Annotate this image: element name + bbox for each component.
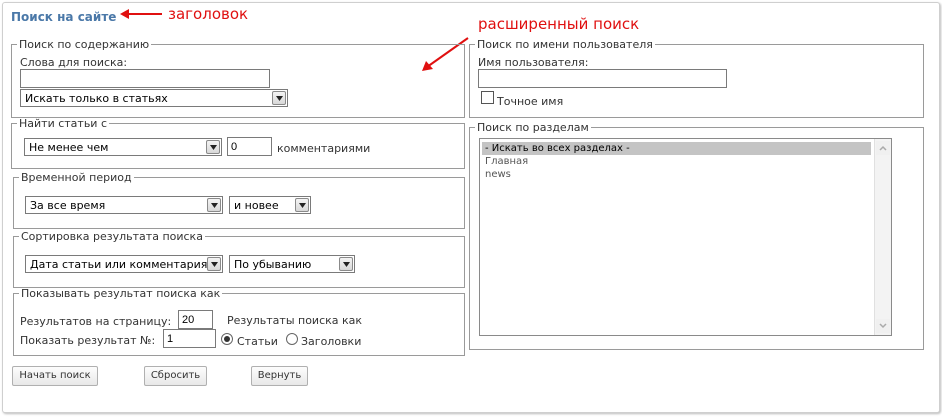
chevron-down-icon[interactable] xyxy=(206,140,220,154)
section-option-main[interactable]: Главная xyxy=(482,155,528,168)
chevron-down-icon[interactable] xyxy=(295,198,309,212)
title-arrow-icon xyxy=(120,9,162,19)
chevron-down-icon[interactable] xyxy=(207,257,221,271)
keywords-label: Слова для поиска: xyxy=(20,56,128,69)
sorting-legend: Сортировка результата поиска xyxy=(21,230,203,243)
period-direction-select[interactable]: и новее xyxy=(229,196,311,214)
username-label: Имя пользователя: xyxy=(478,56,589,69)
section-option-all[interactable]: - Искать во всех разделах - xyxy=(482,142,871,155)
articles-radio[interactable] xyxy=(221,333,233,345)
period-direction-value: и новее xyxy=(234,199,279,212)
comments-filter-legend: Найти статьи с xyxy=(19,117,107,130)
per-page-input[interactable] xyxy=(178,310,213,329)
sort-field-value: Дата статьи или комментария xyxy=(30,258,208,271)
start-result-label: Показать результат №: xyxy=(20,334,156,347)
chevron-down-icon[interactable] xyxy=(339,257,353,271)
exact-name-label: Точное имя xyxy=(497,95,564,108)
search-scope-select[interactable]: Искать только в статьях xyxy=(20,89,288,107)
period-range-value: За все время xyxy=(30,199,106,212)
scroll-up-icon[interactable] xyxy=(876,141,890,155)
section-option-news[interactable]: news xyxy=(482,168,511,181)
period-legend: Временной период xyxy=(21,171,132,184)
display-as-label: Результаты поиска как xyxy=(227,314,363,327)
sections-scrollbar[interactable] xyxy=(874,139,891,335)
start-search-button[interactable]: Начать поиск xyxy=(12,366,98,386)
search-scope-value: Искать только в статьях xyxy=(25,92,168,105)
scroll-down-icon[interactable] xyxy=(876,319,890,333)
sections-listbox[interactable]: - Искать во всех разделах - Главная news xyxy=(479,138,892,336)
keywords-input[interactable] xyxy=(20,69,270,88)
reset-button[interactable]: Сбросить xyxy=(144,366,207,386)
advanced-search-annotation: расширенный поиск xyxy=(478,15,640,33)
comment-count-input[interactable] xyxy=(227,137,272,156)
radio-selected-dot xyxy=(224,336,230,342)
content-search-legend: Поиск по содержанию xyxy=(19,38,150,51)
start-result-input[interactable] xyxy=(163,329,216,348)
comment-comparator-value: Не менее чем xyxy=(29,141,109,154)
back-button[interactable]: Вернуть xyxy=(251,366,308,386)
comment-comparator-select[interactable]: Не менее чем xyxy=(24,138,222,156)
sort-order-select[interactable]: По убыванию xyxy=(229,255,355,273)
chevron-down-icon[interactable] xyxy=(207,198,221,212)
per-page-label: Результатов на страницу: xyxy=(20,315,172,328)
results-display-legend: Показывать результат поиска как xyxy=(21,287,221,300)
sort-order-value: По убыванию xyxy=(234,258,312,271)
chevron-down-icon[interactable] xyxy=(272,91,286,105)
page-title: Поиск на сайте xyxy=(11,10,117,24)
exact-name-checkbox[interactable] xyxy=(481,91,494,104)
username-input[interactable] xyxy=(478,69,727,88)
title-annotation: заголовок xyxy=(168,5,249,23)
articles-radio-label: Статьи xyxy=(237,335,278,348)
headers-radio[interactable] xyxy=(286,333,298,345)
period-range-select[interactable]: За все время xyxy=(25,196,223,214)
sort-field-select[interactable]: Дата статьи или комментария xyxy=(25,255,223,273)
comments-suffix: комментариями xyxy=(277,142,371,155)
headers-radio-label: Заголовки xyxy=(301,335,362,348)
user-search-legend: Поиск по имени пользователя xyxy=(477,38,653,51)
sections-legend: Поиск по разделам xyxy=(477,121,589,134)
